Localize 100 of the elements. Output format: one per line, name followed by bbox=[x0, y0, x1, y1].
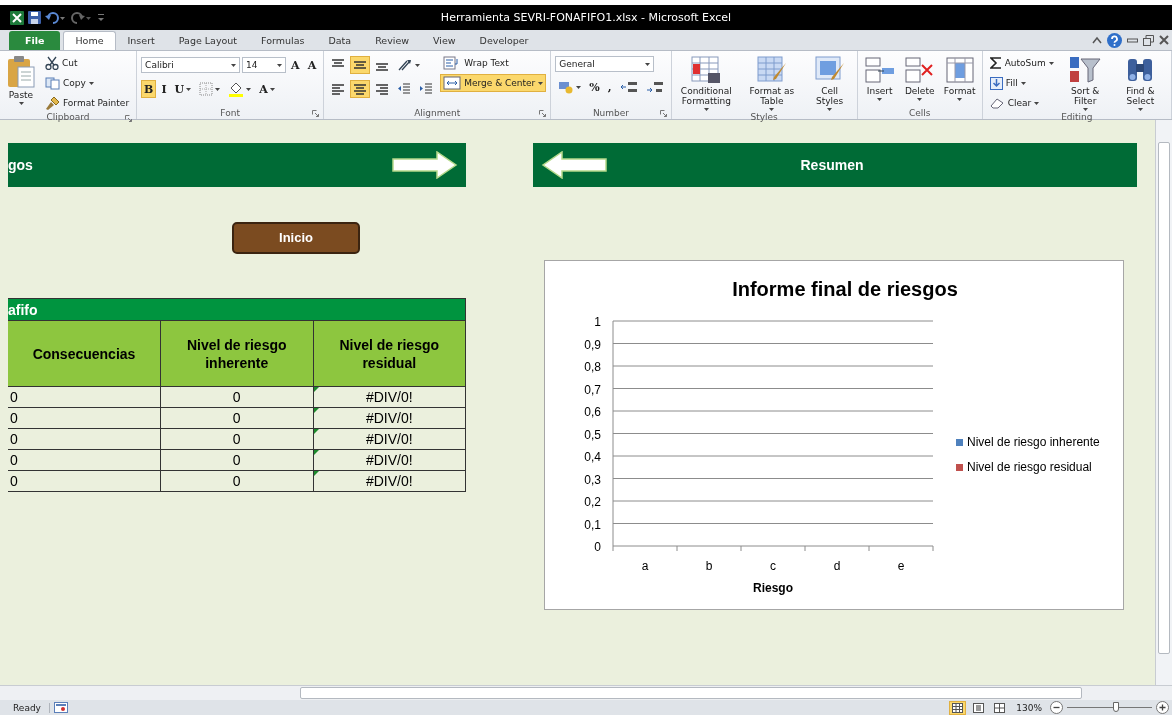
ribbon-tab[interactable]: Data bbox=[316, 31, 364, 50]
dialog-launcher-icon[interactable] bbox=[312, 110, 320, 117]
axis-label: 0,8 bbox=[584, 360, 601, 374]
brush-icon bbox=[45, 96, 60, 110]
axis-label: c bbox=[770, 559, 776, 573]
decrease-decimal-icon bbox=[645, 80, 664, 94]
home-button[interactable]: Inicio bbox=[232, 222, 360, 254]
caret-icon bbox=[645, 62, 651, 66]
decrease-indent-icon bbox=[397, 82, 412, 96]
excel-logo-icon[interactable] bbox=[10, 10, 24, 25]
toolbar-button[interactable]: I bbox=[158, 80, 170, 98]
merge-cells-icon bbox=[443, 76, 462, 90]
ribbon-tab[interactable]: Formulas bbox=[249, 31, 317, 50]
dropdown-field[interactable]: 14 bbox=[242, 57, 287, 73]
align-middle-icon bbox=[353, 58, 368, 72]
table-cell: 0 bbox=[8, 407, 161, 429]
save-icon[interactable] bbox=[28, 11, 41, 24]
ribbon-button[interactable]: Format as Table bbox=[741, 54, 803, 112]
redo-icon[interactable] bbox=[71, 11, 93, 24]
ribbon-tab[interactable]: View bbox=[421, 31, 468, 50]
table-title: afifo bbox=[8, 298, 466, 321]
close-icon[interactable] bbox=[1159, 35, 1169, 45]
axis-label: 0,1 bbox=[584, 517, 601, 532]
right-arrow-icon[interactable] bbox=[392, 151, 458, 179]
macro-record-icon[interactable] bbox=[53, 702, 68, 713]
zoom-in-icon[interactable] bbox=[1156, 701, 1169, 714]
collapse-ribbon-icon[interactable] bbox=[1092, 36, 1102, 44]
toolbar-button[interactable]: % bbox=[586, 78, 603, 96]
zoom-level[interactable]: 130% bbox=[1012, 702, 1046, 713]
group-label: Cells bbox=[908, 108, 931, 118]
zoom-out-icon[interactable] bbox=[1050, 701, 1063, 714]
insert-cells-icon bbox=[863, 55, 896, 85]
ribbon-tab[interactable]: Review bbox=[363, 31, 422, 50]
dialog-launcher-icon[interactable] bbox=[539, 110, 547, 117]
customize-icon[interactable] bbox=[97, 11, 105, 24]
ribbon-button[interactable]: Fill bbox=[986, 74, 1057, 92]
file-tab[interactable]: File bbox=[9, 31, 61, 50]
minimize-icon[interactable] bbox=[1127, 36, 1138, 44]
axis-label: 0,2 bbox=[584, 495, 601, 509]
zoom-slider[interactable] bbox=[1113, 702, 1120, 712]
align-right-icon bbox=[375, 82, 390, 96]
funnel-icon bbox=[1068, 55, 1103, 85]
dialog-launcher-icon[interactable] bbox=[659, 110, 667, 117]
vertical-scrollbar[interactable] bbox=[1155, 120, 1172, 685]
copy-icon bbox=[45, 76, 60, 90]
ribbon-button[interactable]: Format bbox=[941, 54, 978, 102]
axis-label: a bbox=[641, 559, 649, 573]
ribbon-tab[interactable]: Developer bbox=[467, 31, 541, 50]
column-header: Nivel de riesgo residual bbox=[313, 320, 466, 387]
toolbar-button[interactable]: A bbox=[288, 56, 303, 74]
ribbon-button[interactable]: Copy bbox=[42, 74, 133, 92]
legend-label: Nivel de riesgo residual bbox=[967, 460, 1092, 474]
view-button[interactable] bbox=[949, 700, 967, 715]
toolbar-button[interactable]: U bbox=[171, 80, 195, 98]
restore-icon[interactable] bbox=[1143, 34, 1154, 46]
currency-icon bbox=[558, 80, 575, 94]
toolbar-button[interactable] bbox=[350, 80, 371, 98]
toolbar-button[interactable] bbox=[350, 56, 371, 74]
ribbon-button[interactable]: Delete bbox=[901, 54, 938, 102]
text-orientation-icon bbox=[397, 58, 414, 72]
ribbon-button[interactable]: Clear bbox=[986, 94, 1057, 112]
ribbon-button[interactable]: Sort & Filter bbox=[1060, 54, 1110, 112]
increase-decimal-icon bbox=[619, 80, 638, 94]
ribbon-button[interactable]: Merge & Center bbox=[440, 74, 547, 92]
help-icon[interactable] bbox=[1107, 32, 1122, 48]
group-label: Alignment bbox=[414, 108, 461, 118]
ribbon-button[interactable]: AutoSum bbox=[986, 54, 1057, 72]
ribbon-tab[interactable]: Insert bbox=[115, 31, 167, 50]
chart-title: Informe final de riesgos bbox=[732, 278, 958, 300]
ribbon-tab[interactable]: Home bbox=[63, 31, 116, 50]
axis-label: 0,9 bbox=[584, 337, 601, 352]
axis-label: d bbox=[833, 559, 841, 573]
table-cell: 0 bbox=[8, 449, 161, 471]
axis-label: 0 bbox=[594, 540, 601, 554]
table-cell: 0 bbox=[8, 428, 161, 450]
ribbon-tab[interactable]: Page Layout bbox=[166, 31, 250, 50]
ribbon-button[interactable]: Insert bbox=[861, 54, 898, 102]
ribbon-button[interactable]: Conditional Formatting bbox=[675, 54, 738, 112]
legend-label: Nivel de riesgo inherente bbox=[967, 435, 1100, 449]
paint-bucket-icon bbox=[228, 81, 245, 97]
ribbon-button[interactable]: Format Painter bbox=[42, 94, 133, 112]
ribbon-button[interactable]: Paste bbox=[4, 54, 38, 106]
axis-label: 0,4 bbox=[584, 450, 601, 464]
undo-icon[interactable] bbox=[45, 11, 67, 24]
dropdown-field[interactable]: Calibri bbox=[141, 57, 241, 73]
ribbon-button[interactable]: Wrap Text bbox=[440, 54, 547, 72]
left-arrow-icon[interactable] bbox=[541, 151, 607, 179]
ribbon-button[interactable]: Cell Styles bbox=[806, 54, 853, 112]
ribbon-button[interactable]: Find & Select bbox=[1113, 54, 1167, 112]
scissors-icon bbox=[45, 56, 59, 70]
caret-icon bbox=[231, 63, 237, 67]
toolbar-button[interactable]: A bbox=[304, 56, 320, 74]
toolbar-button[interactable]: A bbox=[256, 80, 278, 98]
toolbar-button[interactable]: B bbox=[141, 80, 157, 98]
fill-down-icon bbox=[989, 76, 1003, 90]
toolbar-button[interactable]: , bbox=[604, 78, 615, 96]
group-label: Clipboard bbox=[46, 112, 90, 122]
clipboard-icon bbox=[6, 55, 36, 89]
ribbon-button[interactable]: Cut bbox=[42, 54, 133, 72]
dropdown-field[interactable]: General bbox=[555, 56, 655, 72]
